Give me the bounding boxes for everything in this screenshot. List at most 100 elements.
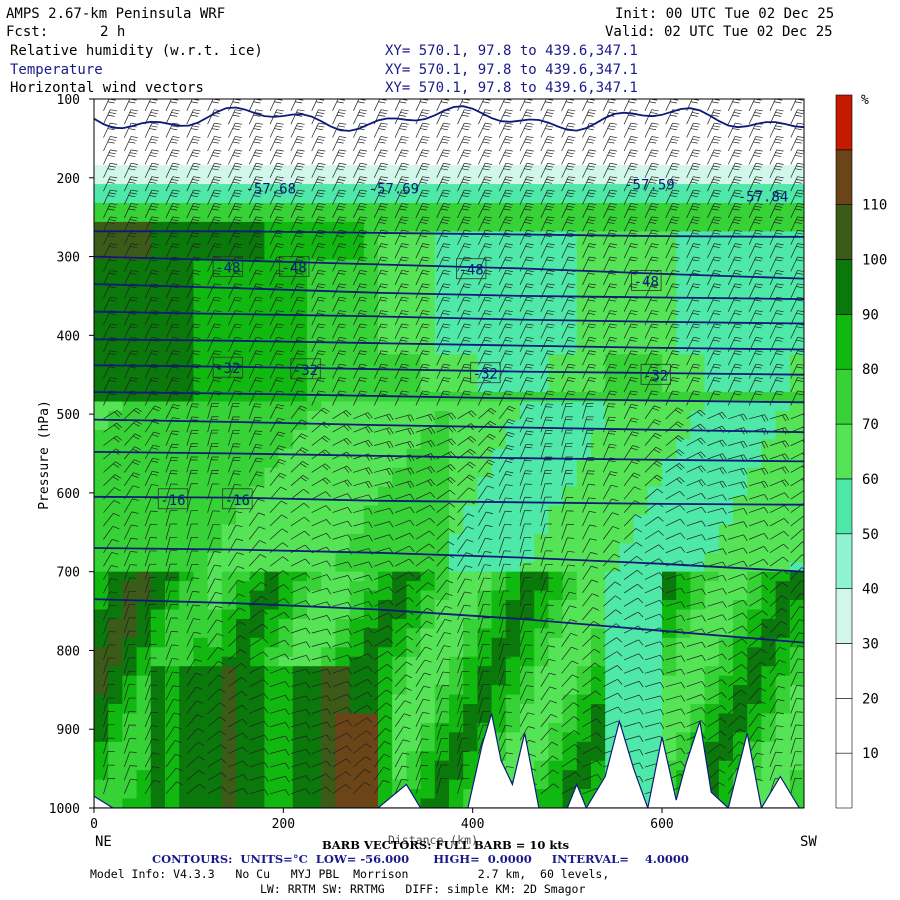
rh-cell: [193, 288, 209, 299]
rh-cell: [591, 590, 606, 601]
rh-cell: [321, 486, 336, 497]
rh-cell: [704, 505, 720, 516]
rh-cell: [221, 165, 237, 176]
rh-cell: [179, 581, 194, 592]
rh-cell: [94, 127, 109, 138]
rh-cell: [576, 694, 592, 705]
rh-cell: [278, 439, 294, 450]
rh-cell: [207, 779, 223, 790]
rh-cell: [136, 325, 152, 336]
rh-cell: [548, 392, 564, 403]
rh-cell: [619, 212, 635, 223]
rh-cell: [335, 401, 351, 412]
rh-cell: [420, 297, 436, 308]
rh-cell: [619, 571, 635, 582]
rh-cell: [307, 146, 322, 157]
rh-cell: [321, 325, 336, 336]
rh-cell: [619, 486, 635, 497]
rh-cell: [520, 401, 535, 412]
rh-cell: [704, 410, 720, 422]
rh-cell: [321, 288, 336, 299]
rh-cell: [378, 354, 393, 365]
rh-cell: [747, 288, 762, 299]
rh-cell: [264, 136, 280, 147]
rh-cell: [591, 609, 606, 620]
rh-cell: [179, 666, 194, 677]
rh-cell: [179, 146, 194, 157]
rh-cell: [562, 713, 578, 724]
rh-cell: [349, 297, 365, 308]
rh-cell: [775, 448, 791, 459]
rh-cell: [122, 505, 138, 516]
rh-cell: [136, 533, 152, 544]
rh-cell: [434, 193, 450, 204]
rh-cell: [647, 146, 663, 157]
rh-cell: [591, 722, 606, 733]
rh-cell: [406, 344, 422, 355]
rh-cell: [520, 694, 535, 705]
rh-cell: [733, 722, 748, 733]
rh-cell: [150, 212, 166, 223]
rh-cell: [321, 382, 336, 393]
rh-cell: [676, 600, 691, 611]
rh-cell: [789, 278, 804, 289]
rh-cell: [505, 685, 521, 696]
rh-cell: [321, 704, 336, 715]
rh-cell: [576, 779, 592, 790]
rh-cell: [250, 127, 265, 138]
rh-cell: [236, 477, 251, 488]
rh-cell: [662, 685, 677, 696]
rh-cell: [165, 618, 180, 629]
rh-cell: [94, 704, 109, 715]
rh-cell: [775, 732, 791, 743]
rh-cell: [704, 240, 720, 251]
rh-cell: [349, 467, 365, 478]
rh-cell: [662, 467, 677, 478]
rh-cell: [747, 713, 762, 724]
rh-cell: [534, 760, 549, 771]
rh-cell: [704, 316, 720, 327]
rh-cell: [378, 533, 393, 544]
rh-cell: [633, 732, 649, 743]
rh-cell: [179, 647, 194, 658]
rh-cell: [150, 609, 166, 620]
rh-cell: [718, 288, 734, 299]
rh-cell: [321, 448, 336, 459]
rh-cell: [633, 335, 649, 346]
rh-cell: [94, 505, 109, 516]
rh-cell: [349, 477, 365, 488]
rh-cell: [321, 590, 336, 601]
rh-cell: [761, 146, 777, 157]
rh-cell: [775, 288, 791, 299]
rh-cell: [94, 240, 109, 251]
rh-cell: [207, 571, 223, 582]
rh-cell: [278, 798, 294, 808]
rh-cell: [363, 514, 379, 525]
rh-cell: [221, 477, 237, 488]
rh-cell: [136, 259, 152, 270]
rh-cell: [477, 552, 493, 563]
rh-cell: [236, 316, 251, 327]
rh-cell: [718, 439, 734, 450]
rh-cell: [349, 99, 365, 110]
rh-cell: [619, 543, 635, 554]
rh-cell: [576, 628, 592, 639]
rh-cell: [406, 656, 422, 667]
rh-cell: [505, 250, 521, 261]
rh-cell: [150, 533, 166, 544]
rh-cell: [250, 789, 265, 800]
rh-cell: [420, 722, 436, 733]
rh-cell: [704, 184, 720, 195]
rh-cell: [122, 486, 138, 497]
rh-cell: [193, 590, 209, 601]
rh-cell: [250, 552, 265, 563]
rh-cell: [491, 675, 507, 686]
rh-cell: [193, 732, 209, 743]
rh-cell: [108, 354, 123, 365]
rh-cell: [775, 637, 791, 648]
rh-cell: [264, 562, 280, 573]
rh-cell: [392, 344, 407, 355]
rh-cell: [122, 713, 138, 724]
rh-cell: [718, 136, 734, 147]
rh-cell: [420, 798, 436, 808]
